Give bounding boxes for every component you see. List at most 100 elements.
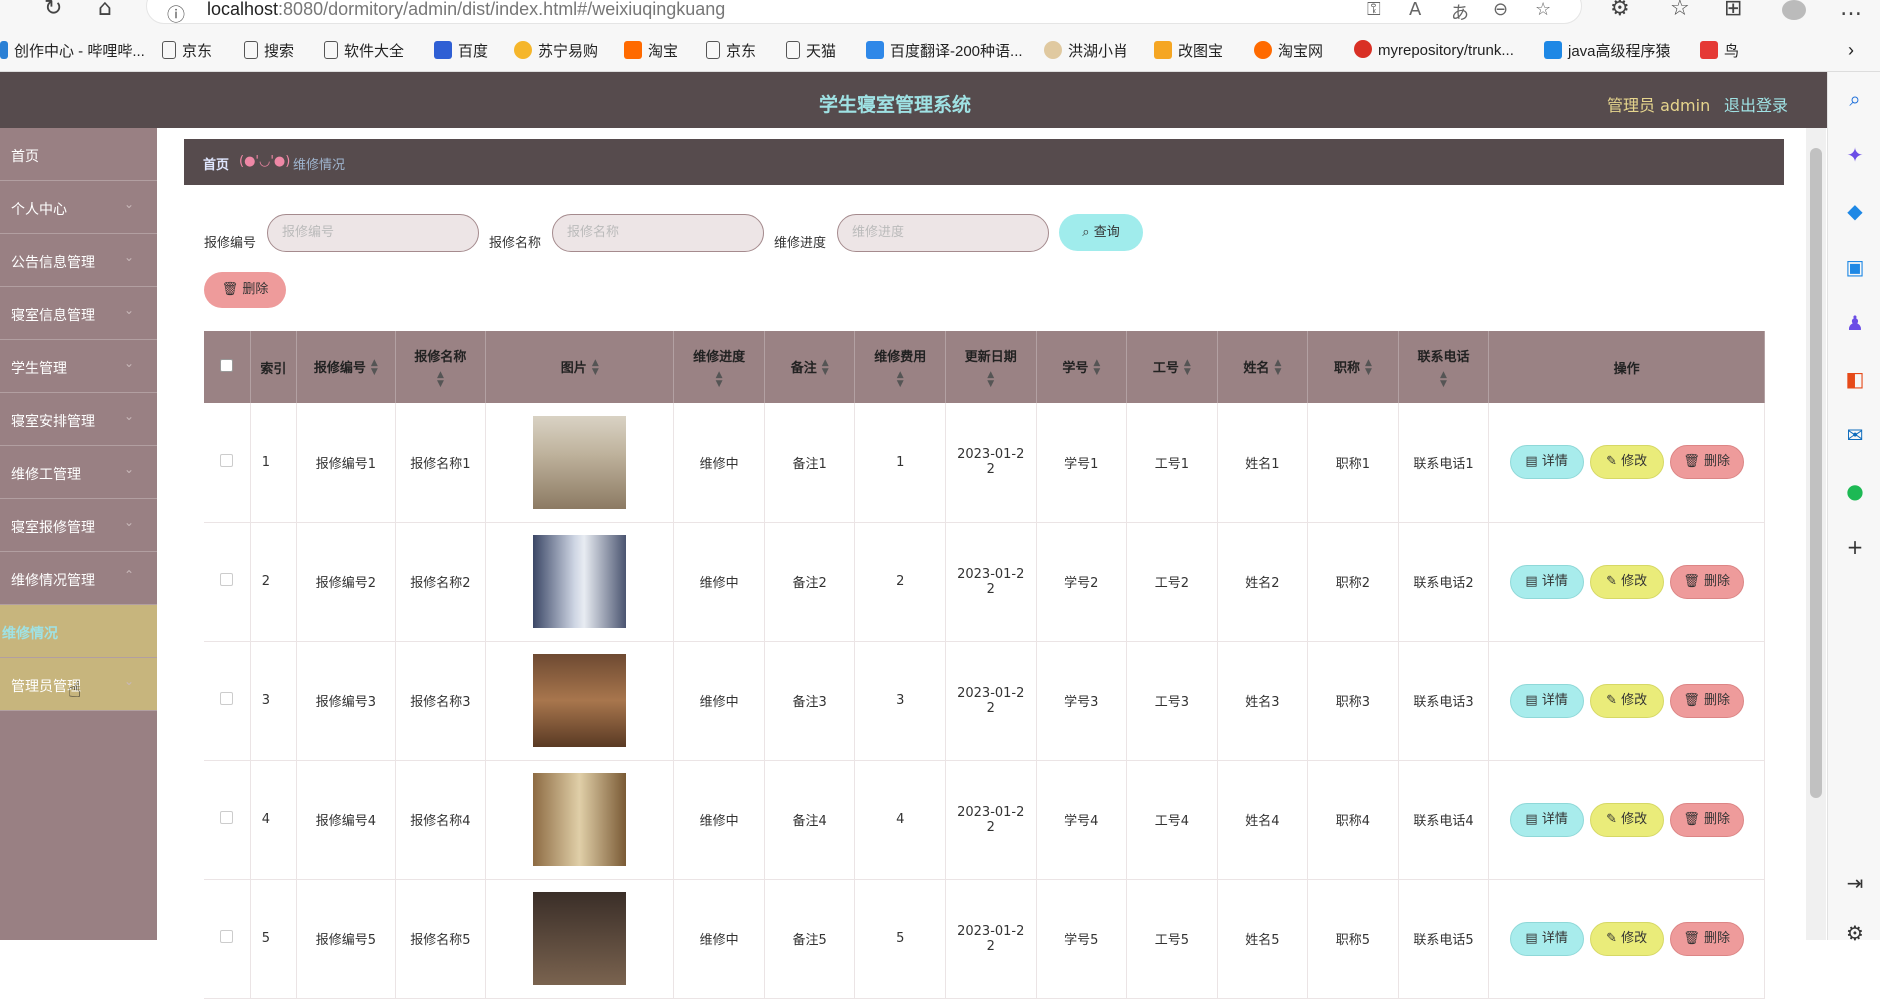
query-button[interactable]: ⌕ 查询 (1059, 214, 1143, 251)
bookmark-item[interactable]: 百度 (434, 40, 488, 61)
detail-button[interactable]: ▤ 详情 (1509, 564, 1584, 599)
scrollbar-thumb[interactable] (1810, 148, 1822, 798)
row-checkbox[interactable] (220, 453, 234, 467)
sidebar-item-dorm-arrangement[interactable]: 寝室安排管理 ⌄ (0, 393, 157, 446)
col-phone[interactable]: 联系电话 ▲ ▼ (1398, 331, 1490, 403)
sidebar-item-repair-status-mgmt[interactable]: 维修情况管理 ⌃ (0, 552, 157, 605)
detail-button[interactable]: ▤ 详情 (1509, 802, 1584, 837)
row-checkbox[interactable] (220, 811, 234, 824)
bookmark-item[interactable]: java高级程序猿 (1544, 40, 1671, 61)
zoom-out-icon[interactable]: ⊖ (1493, 0, 1508, 20)
col-person-name[interactable]: 姓名 ▲ ▼ (1217, 331, 1309, 403)
delete-button[interactable]: 🗑 删除 (1669, 445, 1744, 480)
dorm-photo[interactable] (533, 892, 627, 985)
col-job-title[interactable]: 职称 ▲ ▼ (1307, 331, 1399, 403)
sidebar-item-repair-report[interactable]: 寝室报修管理 ⌄ (0, 499, 157, 552)
repair-no-input[interactable]: 报修编号 (267, 214, 479, 252)
bookmark-item[interactable]: 鸟 (1700, 40, 1739, 61)
row-checkbox[interactable] (220, 573, 234, 586)
bookmark-item[interactable]: 软件大全 (324, 40, 404, 61)
sidebar-item-notice-mgmt[interactable]: 公告信息管理 ⌄ (0, 234, 157, 287)
delete-button[interactable]: 🗑 删除 (1669, 683, 1744, 718)
sort-icon[interactable]: ▲ ▼ (1399, 370, 1489, 389)
home-icon[interactable]: ⌂ (98, 0, 112, 20)
detail-button[interactable]: ▤ 详情 (1509, 921, 1584, 956)
read-aloud-icon[interactable]: A (1409, 0, 1421, 20)
dorm-photo[interactable] (533, 654, 627, 747)
collections-icon[interactable]: ⊞ (1724, 0, 1742, 20)
settings-icon[interactable]: ⚙ (1844, 922, 1866, 944)
dorm-photo[interactable] (533, 773, 627, 866)
sidebar-subitem-repair-status[interactable]: 维修情况 (0, 605, 157, 658)
sort-icon[interactable]: ▲ ▼ (396, 370, 486, 389)
outlook-icon[interactable]: ✉ (1844, 424, 1866, 446)
bookmark-item[interactable]: 搜索 (244, 40, 294, 61)
dorm-photo[interactable] (533, 535, 627, 628)
col-student-id[interactable]: 学号 ▲ ▼ (1036, 331, 1128, 403)
row-checkbox[interactable] (220, 930, 234, 943)
bookmark-item[interactable]: 淘宝网 (1254, 40, 1323, 61)
info-icon[interactable]: ⓘ (167, 1, 185, 27)
spotify-icon[interactable]: ● (1844, 480, 1866, 502)
bookmark-item[interactable]: 苏宁易购 (514, 40, 598, 61)
page-scrollbar[interactable] (1806, 128, 1826, 940)
col-progress[interactable]: 维修进度 ▲ ▼ (673, 331, 765, 403)
sidebar-item-student-mgmt[interactable]: 学生管理 ⌄ (0, 340, 157, 393)
sidebar-item-personal-center[interactable]: 个人中心 ⌄ (0, 181, 157, 234)
select-all-checkbox[interactable] (220, 358, 234, 372)
profile-avatar[interactable] (1782, 0, 1806, 20)
col-repair-name[interactable]: 报修名称 ▲ ▼ (395, 331, 487, 403)
sidebar-item-home[interactable]: 首页 (0, 128, 157, 181)
bookmark-item[interactable]: 改图宝 (1154, 40, 1223, 61)
detail-button[interactable]: ▤ 详情 (1509, 683, 1584, 718)
detail-button[interactable]: ▤ 详情 (1509, 445, 1584, 480)
copilot-icon[interactable]: ✦ (1844, 144, 1866, 166)
edit-button[interactable]: ✎ 修改 (1589, 921, 1664, 956)
col-fee[interactable]: 维修费用 ▲ ▼ (854, 331, 946, 403)
sidebar-item-dorm-info[interactable]: 寝室信息管理 ⌄ (0, 287, 157, 340)
logout-link[interactable]: 退出登录 (1724, 92, 1788, 116)
sort-icon[interactable]: ▲ ▼ (946, 370, 1036, 389)
sort-icon[interactable]: ▲ ▼ (1365, 359, 1372, 377)
bookmarks-chevron-icon[interactable]: › (1848, 40, 1854, 61)
sort-icon[interactable]: ▲ ▼ (1093, 359, 1100, 377)
bookmark-item[interactable]: 淘宝 (624, 40, 678, 61)
delete-button[interactable]: 🗑 删除 (1669, 564, 1744, 599)
sort-icon[interactable]: ▲ ▼ (1184, 359, 1191, 377)
delete-button[interactable]: 🗑 删除 (1669, 921, 1744, 956)
sidebar-item-repairman-mgmt[interactable]: 维修工管理 ⌄ (0, 446, 157, 499)
office-icon[interactable]: ◧ (1844, 368, 1866, 390)
bookmark-item[interactable]: 洪湖小肖 (1044, 40, 1128, 61)
dorm-photo[interactable] (533, 415, 627, 509)
extensions-icon[interactable]: ⚙ (1610, 0, 1630, 20)
split-screen-icon[interactable]: ⇥ (1844, 872, 1866, 894)
favorites-icon[interactable]: ☆ (1670, 0, 1690, 20)
edit-button[interactable]: ✎ 修改 (1589, 683, 1664, 718)
batch-delete-button[interactable]: 🗑 删除 (204, 272, 286, 308)
edit-button[interactable]: ✎ 修改 (1589, 564, 1664, 599)
bookmark-item[interactable]: 百度翻译-200种语... (866, 40, 1023, 61)
games-icon[interactable]: ♟ (1844, 312, 1866, 334)
col-image[interactable]: 图片 ▲ ▼ (485, 331, 675, 403)
sort-icon[interactable]: ▲ ▼ (371, 359, 378, 377)
bookmark-item[interactable]: 创作中心 - 哔哩哔... (0, 40, 145, 61)
delete-button[interactable]: 🗑 删除 (1669, 802, 1744, 837)
sort-icon[interactable]: ▲ ▼ (822, 359, 829, 377)
repair-progress-input[interactable]: 维修进度 (837, 214, 1049, 252)
address-bar[interactable]: ⓘ localhost:8080/dormitory/admin/dist/in… (146, 0, 1582, 27)
sort-icon[interactable]: ▲ ▼ (855, 370, 945, 389)
add-icon[interactable]: + (1844, 536, 1866, 558)
more-icon[interactable]: … (1840, 0, 1862, 20)
tag-icon[interactable]: ◆ (1844, 200, 1866, 222)
sort-icon[interactable]: ▲ ▼ (1274, 359, 1281, 377)
translate-icon[interactable]: あ (1451, 0, 1469, 25)
row-checkbox[interactable] (220, 692, 234, 705)
repair-name-input[interactable]: 报修名称 (552, 214, 764, 252)
breadcrumb-home[interactable]: 首页 (203, 154, 229, 173)
table-row[interactable]: 4 报修编号4 报修名称4 维修中 备注4 4 2023-01-22 学号4 工号4 姓名4 职称4… (204, 760, 1765, 880)
table-row[interactable]: 5 报修编号5 报修名称5 维修中 备注5 5 2023-01-22 学号5 工号5 姓名5 职称5… (204, 879, 1765, 999)
col-work-id[interactable]: 工号 ▲ ▼ (1126, 331, 1218, 403)
table-row[interactable]: 1 报修编号1 报修名称1 维修中 备注1 1 2023-01-22 学号1 工号1 姓名1 职称1… (204, 403, 1765, 523)
col-note[interactable]: 备注 ▲ ▼ (764, 331, 856, 403)
search-icon[interactable]: ⌕ (1844, 88, 1866, 110)
